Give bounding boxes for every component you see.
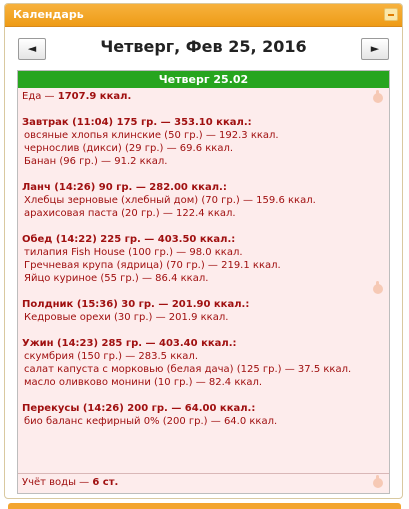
meal-item: Кедровые орехи (30 гр.) — 201.9 ккал. bbox=[24, 312, 229, 323]
day-body: Еда — 1707.9 ккал. Завтрак (11:04) 175 г… bbox=[18, 88, 389, 493]
meal-item: скумбрия (150 гр.) — 283.5 ккал. bbox=[24, 351, 198, 362]
meal-item: Хлебцы зерновые (хлебный дом) (70 гр.) —… bbox=[24, 195, 316, 206]
meal-item: био баланс кефирный 0% (200 гр.) — 64.0 … bbox=[24, 416, 278, 427]
water-row: Учёт воды — 6 ст. bbox=[18, 473, 389, 493]
meal-supper-title: Ужин (14:23) 285 гр. — 403.40 ккал.: bbox=[22, 338, 237, 349]
food-total-row: Еда — 1707.9 ккал. bbox=[22, 90, 389, 103]
calendar-widget: Календарь ◄ Четверг, Фев 25, 2016 ► Четв… bbox=[4, 3, 403, 499]
meal-extras-title: Перекусы (14:26) 200 гр. — 64.00 ккал.: bbox=[22, 403, 256, 414]
meal-item: Гречневая крупа (ядрица) (70 гр.) — 219.… bbox=[24, 260, 281, 271]
hand-pointer-icon[interactable] bbox=[373, 475, 383, 488]
meal-item: чернослив (дикси) (29 гр.) — 69.6 ккал. bbox=[24, 143, 234, 154]
meal-item: Банан (96 гр.) — 91.2 ккал. bbox=[24, 156, 168, 167]
minus-icon[interactable] bbox=[384, 8, 398, 21]
meal-item: салат капуста с морковью (белая дача) (1… bbox=[24, 364, 352, 375]
meal-lunch-title: Ланч (14:26) 90 гр. — 282.00 ккал.: bbox=[22, 182, 227, 193]
prev-day-button[interactable]: ◄ bbox=[18, 38, 46, 60]
meal-breakfast-title: Завтрак (11:04) 175 гр. — 353.10 ккал.: bbox=[22, 117, 252, 128]
meal-item: арахисовая паста (20 гр.) — 122.4 ккал. bbox=[24, 208, 236, 219]
widget-title: Календарь bbox=[13, 8, 84, 21]
hand-pointer-icon[interactable] bbox=[373, 90, 383, 103]
meal-item: овсяные хлопья клинские (50 гр.) — 192.3… bbox=[24, 130, 279, 141]
meal-dinner-title: Обед (14:22) 225 гр. — 403.50 ккал.: bbox=[22, 234, 236, 245]
meal-item: Яйцо куриное (55 гр.) — 86.4 ккал. bbox=[24, 273, 209, 284]
water-value: 6 ст. bbox=[92, 477, 119, 488]
date-navigation: ◄ Четверг, Фев 25, 2016 ► bbox=[5, 27, 402, 71]
next-widget-edge bbox=[8, 503, 401, 509]
day-header: Четверг 25.02 bbox=[18, 71, 389, 88]
meal-snack-title: Полдник (15:36) 30 гр. — 201.90 ккал.: bbox=[22, 299, 250, 310]
date-title: Четверг, Фев 25, 2016 bbox=[100, 37, 307, 56]
day-panel: Четверг 25.02 Еда — 1707.9 ккал. Завтрак… bbox=[17, 70, 390, 494]
meal-item: масло оливково монини (10 гр.) — 82.4 кк… bbox=[24, 377, 263, 388]
next-day-button[interactable]: ► bbox=[361, 38, 389, 60]
widget-header: Календарь bbox=[5, 4, 402, 27]
hand-pointer-icon[interactable] bbox=[373, 281, 383, 294]
water-label: Учёт воды — bbox=[22, 477, 90, 488]
food-total: 1707.9 ккал. bbox=[57, 91, 132, 102]
meal-item: тилапия Fish House (100 гр.) — 98.0 ккал… bbox=[24, 247, 243, 258]
food-label: Еда — bbox=[22, 91, 55, 102]
